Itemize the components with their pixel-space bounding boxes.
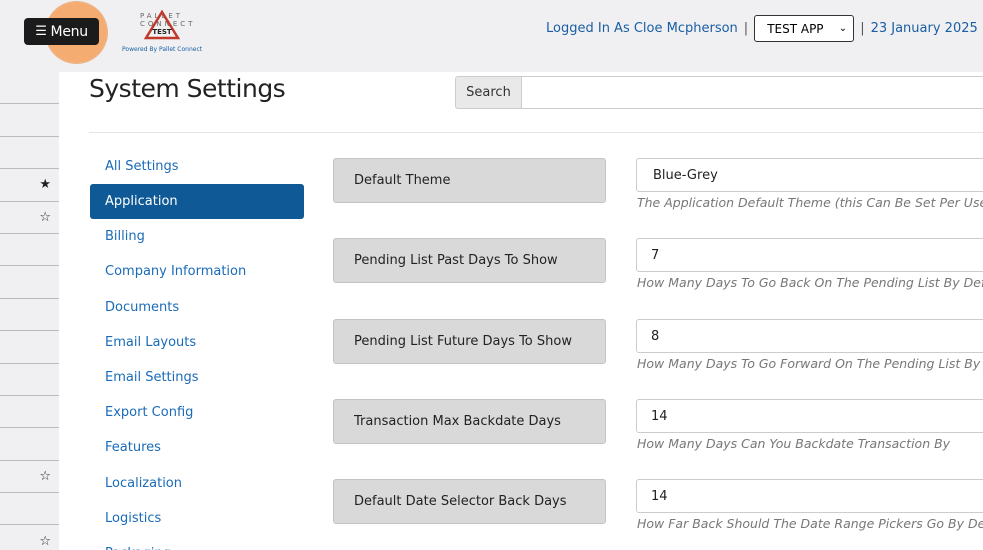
rail-row[interactable]	[0, 266, 59, 299]
rail-row[interactable]	[0, 299, 59, 332]
hamburger-icon: ☰	[35, 24, 47, 39]
star-outline-icon[interactable]: ☆	[0, 202, 59, 234]
user-bar: Logged In As Cloe Mcpherson | TEST APP ⌄…	[546, 15, 983, 42]
divider	[89, 132, 983, 133]
nav-item-export-config[interactable]: Export Config	[90, 395, 304, 430]
menu-button-label: Menu	[50, 23, 89, 40]
nav-item-billing[interactable]: Billing	[90, 219, 304, 254]
rail-row[interactable]	[0, 396, 59, 429]
date-selector-back-days-input[interactable]: 14	[636, 479, 983, 513]
setting-label: Default Date Selector Back Days	[333, 479, 606, 524]
logo-tagline: Powered By Pallet Connect	[122, 46, 203, 53]
rail-row[interactable]	[0, 72, 59, 105]
rail-row[interactable]	[0, 234, 59, 267]
nav-item-company-information[interactable]: Company Information	[90, 254, 304, 289]
star-outline-icon[interactable]: ☆	[0, 525, 59, 550]
search-group: Search	[455, 76, 983, 109]
rail-row[interactable]	[0, 364, 59, 396]
top-bar: ☰ Menu PALLET CONNECT TEST Powered By Pa…	[0, 0, 983, 72]
past-days-input[interactable]: 7	[636, 238, 983, 272]
nav-item-logistics[interactable]: Logistics	[90, 501, 304, 536]
search-button[interactable]: Search	[455, 76, 521, 109]
separator: |	[860, 21, 865, 36]
menu-button[interactable]: ☰ Menu	[24, 18, 99, 45]
settings-nav: All Settings Application Billing Company…	[90, 149, 304, 550]
nav-item-features[interactable]: Features	[90, 430, 304, 465]
nav-item-packaging[interactable]: Packaging	[90, 536, 304, 550]
page-title: System Settings	[89, 74, 286, 103]
setting-label: Pending List Future Days To Show	[333, 319, 606, 364]
date-text: 23 January 2025 10:4	[870, 21, 983, 36]
setting-label: Transaction Max Backdate Days	[333, 399, 606, 444]
star-filled-icon[interactable]: ★	[0, 169, 59, 202]
left-rail: ★ ☆ ☆ ☆	[0, 72, 59, 550]
future-days-input[interactable]: 8	[636, 319, 983, 353]
nav-item-documents[interactable]: Documents	[90, 290, 304, 325]
app-selector[interactable]: TEST APP ⌄	[754, 15, 855, 42]
setting-help: How Many Days To Go Back On The Pending …	[637, 275, 983, 290]
nav-item-application[interactable]: Application	[90, 184, 304, 220]
setting-help: How Many Days To Go Forward On The Pendi…	[637, 356, 983, 371]
logo-badge: TEST	[152, 28, 172, 36]
search-input[interactable]	[521, 76, 983, 109]
rail-row[interactable]	[0, 428, 59, 461]
separator: |	[743, 21, 749, 36]
star-outline-icon[interactable]: ☆	[0, 461, 59, 494]
setting-help: How Many Days Can You Backdate Transacti…	[637, 436, 951, 451]
pallet-connect-logo[interactable]: PALLET CONNECT TEST Powered By Pallet Co…	[118, 8, 208, 56]
main-panel: System Settings Search All Settings Appl…	[59, 72, 983, 550]
rail-row[interactable]	[0, 137, 59, 170]
setting-label: Default Theme	[333, 158, 606, 203]
setting-help: The Application Default Theme (this Can …	[637, 195, 983, 210]
setting-label: Pending List Past Days To Show	[333, 238, 606, 283]
test-triangle-icon: TEST	[144, 10, 180, 40]
nav-item-all-settings[interactable]: All Settings	[90, 149, 304, 184]
logged-in-text[interactable]: Logged In As Cloe Mcpherson	[546, 21, 738, 36]
chevron-down-icon: ⌄	[838, 23, 848, 34]
nav-item-email-layouts[interactable]: Email Layouts	[90, 325, 304, 360]
nav-item-localization[interactable]: Localization	[90, 466, 304, 501]
rail-row[interactable]	[0, 493, 59, 526]
backdate-days-input[interactable]: 14	[636, 399, 983, 433]
nav-item-email-settings[interactable]: Email Settings	[90, 360, 304, 395]
app-selector-value: TEST APP	[767, 21, 824, 36]
rail-row[interactable]	[0, 331, 59, 364]
theme-select[interactable]: Blue-Grey	[636, 158, 983, 192]
rail-row[interactable]	[0, 104, 59, 137]
setting-help: How Far Back Should The Date Range Picke…	[637, 516, 983, 531]
